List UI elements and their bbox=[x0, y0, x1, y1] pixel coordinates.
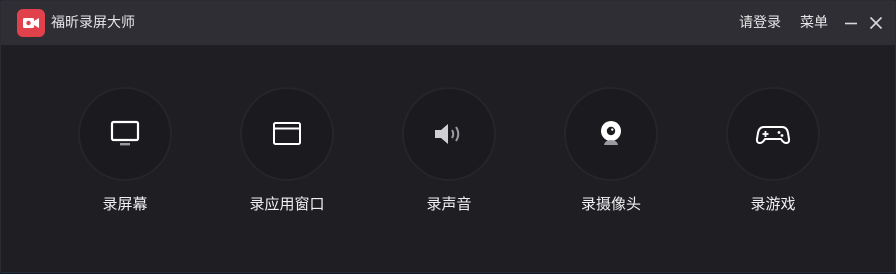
recording-mode-panel: 录屏幕 录应用窗口 录声音 录摄像头 录游戏 bbox=[1, 45, 895, 272]
app-title: 福昕录屏大师 bbox=[51, 15, 135, 31]
title-bar[interactable]: 福昕录屏大师 请登录 菜单 bbox=[1, 1, 895, 45]
record-game-label: 录游戏 bbox=[750, 195, 796, 213]
minimize-icon[interactable] bbox=[841, 13, 861, 33]
record-audio-label: 录声音 bbox=[426, 195, 472, 213]
menu-button[interactable]: 菜单 bbox=[800, 13, 828, 33]
gamepad-icon bbox=[755, 126, 791, 144]
record-audio-circle bbox=[402, 87, 496, 181]
record-screen-label: 录屏幕 bbox=[102, 195, 148, 213]
webcam-icon bbox=[601, 121, 621, 145]
close-icon[interactable] bbox=[866, 13, 886, 33]
video-camera-icon bbox=[17, 9, 45, 37]
app-window: 福昕录屏大师 请登录 菜单 录屏幕 录应用窗口 录声音 录摄像头 录游戏 bbox=[0, 0, 896, 273]
record-webcam-label: 录摄像头 bbox=[580, 195, 641, 213]
app-window-icon bbox=[273, 122, 301, 145]
record-audio-button[interactable]: 录声音 bbox=[369, 45, 529, 274]
login-link[interactable]: 请登录 bbox=[739, 13, 781, 33]
monitor-icon bbox=[110, 120, 140, 146]
record-webcam-button[interactable]: 录摄像头 bbox=[531, 45, 691, 274]
record-webcam-circle bbox=[564, 87, 658, 181]
record-game-button[interactable]: 录游戏 bbox=[693, 45, 853, 274]
record-app-window-circle bbox=[240, 87, 334, 181]
record-app-window-button[interactable]: 录应用窗口 bbox=[207, 45, 367, 274]
record-app-window-label: 录应用窗口 bbox=[249, 195, 325, 213]
speaker-icon bbox=[435, 124, 460, 144]
record-game-circle bbox=[726, 87, 820, 181]
record-screen-button[interactable]: 录屏幕 bbox=[45, 45, 205, 274]
record-screen-circle bbox=[78, 87, 172, 181]
